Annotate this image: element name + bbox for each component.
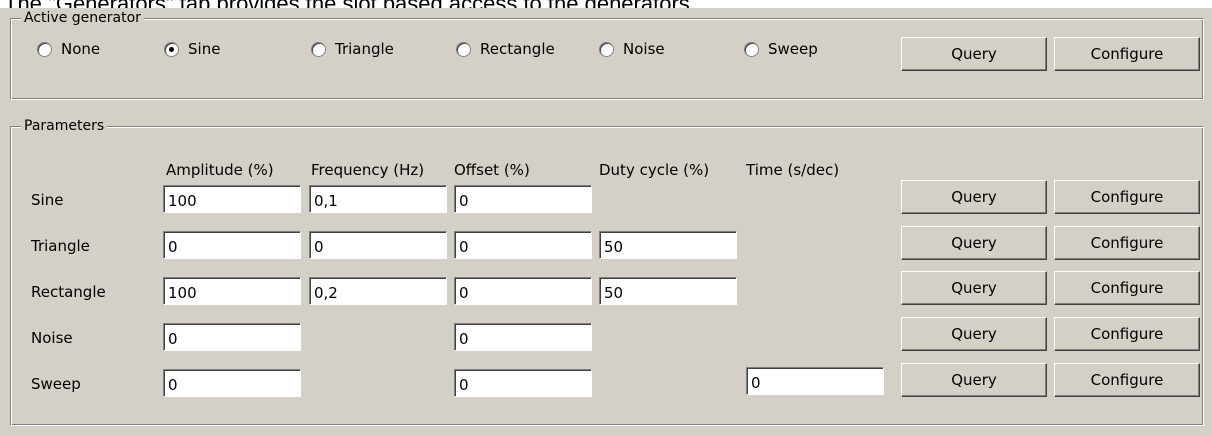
rectangle-frequency-field[interactable] — [309, 277, 447, 305]
rectangle-offset-field[interactable] — [454, 277, 592, 305]
triangle-frequency-field[interactable] — [309, 231, 447, 259]
row-label-sine: Sine — [31, 191, 64, 209]
radio-sine[interactable]: Sine — [164, 40, 220, 58]
sweep-amplitude-field[interactable] — [163, 369, 301, 397]
radio-sine-circle[interactable] — [164, 41, 179, 57]
sweep-query-button[interactable]: Query — [901, 363, 1047, 397]
generators-panel: Active generator None Sine Triangle Rect… — [0, 8, 1212, 436]
noise-amplitude-field[interactable] — [163, 323, 301, 351]
row-label-triangle: Triangle — [31, 237, 90, 255]
sine-amplitude-field[interactable] — [163, 185, 301, 213]
radio-noise-label: Noise — [623, 40, 665, 58]
radio-sine-label: Sine — [188, 40, 221, 58]
radio-sweep[interactable]: Sweep — [744, 40, 818, 58]
triangle-amplitude-field[interactable] — [163, 231, 301, 259]
sine-configure-button[interactable]: Configure — [1054, 180, 1200, 214]
rectangle-duty-cycle-field[interactable] — [599, 277, 737, 305]
active-generator-title: Active generator — [21, 9, 144, 27]
radio-rectangle-label: Rectangle — [480, 40, 555, 58]
sine-frequency-field[interactable] — [309, 185, 447, 213]
row-label-noise: Noise — [31, 329, 73, 347]
header-frequency: Frequency (Hz) — [311, 161, 425, 179]
sweep-offset-field[interactable] — [454, 369, 592, 397]
sweep-configure-button[interactable]: Configure — [1054, 363, 1200, 397]
radio-sweep-label: Sweep — [768, 40, 818, 58]
radio-none-label: None — [61, 40, 101, 58]
row-label-rectangle: Rectangle — [31, 283, 106, 301]
radio-none[interactable]: None — [37, 40, 100, 58]
header-time: Time (s/dec) — [746, 161, 840, 179]
radio-noise-circle[interactable] — [599, 41, 614, 57]
active-generator-group: Active generator None Sine Triangle Rect… — [10, 9, 1204, 100]
header-duty-cycle: Duty cycle (%) — [599, 161, 710, 179]
header-amplitude: Amplitude (%) — [166, 161, 274, 179]
noise-offset-field[interactable] — [454, 323, 592, 351]
rectangle-query-button[interactable]: Query — [901, 271, 1047, 305]
parameters-title: Parameters — [21, 117, 108, 135]
header-offset: Offset (%) — [454, 161, 530, 179]
radio-sweep-circle[interactable] — [744, 41, 759, 57]
radio-rectangle[interactable]: Rectangle — [456, 40, 555, 58]
sweep-time-field[interactable] — [746, 367, 884, 395]
radio-noise[interactable]: Noise — [599, 40, 665, 58]
radio-selected-dot — [169, 46, 174, 52]
rectangle-configure-button[interactable]: Configure — [1054, 271, 1200, 305]
rectangle-amplitude-field[interactable] — [163, 277, 301, 305]
radio-triangle-circle[interactable] — [311, 41, 326, 57]
parameters-group: Parameters Amplitude (%) Frequency (Hz) … — [10, 117, 1204, 426]
sine-query-button[interactable]: Query — [901, 180, 1047, 214]
triangle-configure-button[interactable]: Configure — [1054, 226, 1200, 260]
radio-triangle-label: Triangle — [335, 40, 394, 58]
radio-rectangle-circle[interactable] — [456, 41, 471, 57]
active-query-button[interactable]: Query — [901, 37, 1047, 71]
noise-query-button[interactable]: Query — [901, 317, 1047, 351]
triangle-offset-field[interactable] — [454, 231, 592, 259]
sine-offset-field[interactable] — [454, 185, 592, 213]
triangle-duty-cycle-field[interactable] — [599, 231, 737, 259]
triangle-query-button[interactable]: Query — [901, 226, 1047, 260]
radio-triangle[interactable]: Triangle — [311, 40, 394, 58]
radio-none-circle[interactable] — [37, 41, 52, 57]
active-configure-button[interactable]: Configure — [1054, 37, 1200, 71]
row-label-sweep: Sweep — [31, 375, 81, 393]
noise-configure-button[interactable]: Configure — [1054, 317, 1200, 351]
